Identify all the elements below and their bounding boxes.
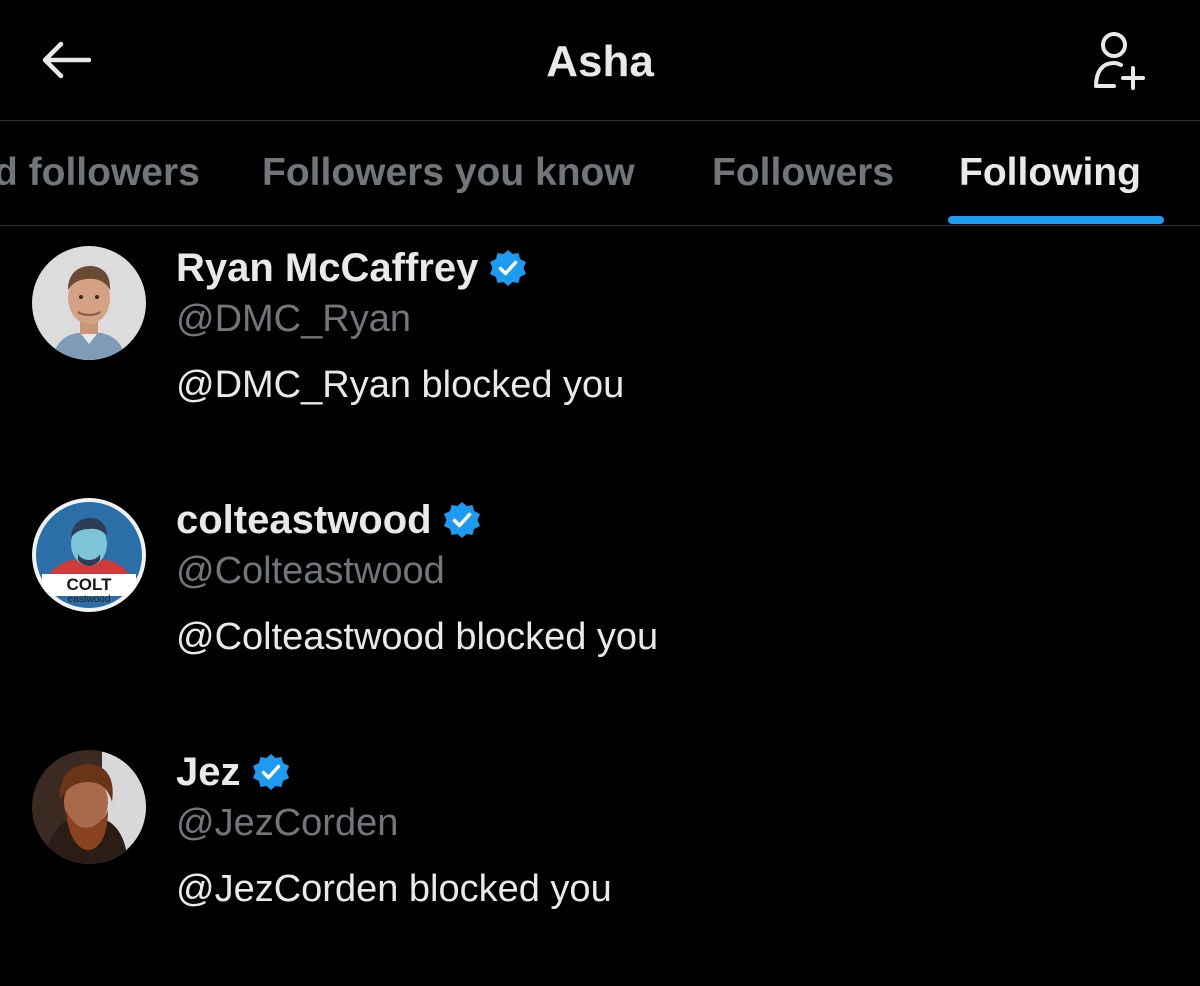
user-bio: @Colteastwood blocked you	[176, 616, 659, 658]
tab-followers-you-know[interactable]: Followers you know	[262, 121, 635, 225]
verified-badge-icon	[490, 250, 527, 286]
user-row[interactable]: Ryan McCaffrey @DMC_Ryan @DMC_Ryan block…	[0, 232, 1200, 482]
page-title: Asha	[546, 37, 654, 86]
name-line: Jez	[176, 744, 291, 800]
user-row[interactable]: Jez @JezCorden @JezCorden blocked you	[0, 736, 1200, 986]
user-handle: @DMC_Ryan	[176, 298, 411, 340]
avatar-logo-text-top: COLT	[66, 575, 112, 594]
person-add-icon	[1094, 32, 1145, 90]
user-row[interactable]: COLT eastwood colteastwood @Colteastwood…	[0, 484, 1200, 734]
user-bio: @DMC_Ryan blocked you	[176, 364, 625, 406]
verified-badge-icon	[252, 754, 289, 790]
tab-bar: d followers Followers you know Followers…	[0, 121, 1200, 225]
display-name[interactable]: colteastwood	[176, 498, 432, 543]
tab-followers[interactable]: Followers	[712, 121, 894, 225]
avatar-logo-text-bottom: eastwood	[68, 594, 111, 605]
follow-button[interactable]	[1082, 28, 1152, 94]
avatar[interactable]	[32, 246, 146, 360]
verified-badge-icon	[443, 502, 480, 538]
avatar-image: COLT eastwood	[32, 498, 146, 612]
display-name[interactable]: Ryan McCaffrey	[176, 246, 478, 291]
name-line: Ryan McCaffrey	[176, 240, 528, 296]
avatar-image	[32, 750, 146, 864]
tabs-divider	[0, 225, 1200, 226]
user-bio: @JezCorden blocked you	[176, 868, 612, 910]
top-bar: Asha	[0, 0, 1200, 120]
tab-verified-followers[interactable]: d followers	[0, 121, 200, 225]
tab-following[interactable]: Following	[959, 121, 1141, 225]
user-handle: @Colteastwood	[176, 550, 445, 592]
user-handle: @JezCorden	[176, 802, 399, 844]
active-tab-indicator	[948, 216, 1164, 224]
avatar[interactable]	[32, 750, 146, 864]
name-line: colteastwood	[176, 492, 482, 548]
avatar-image	[32, 246, 146, 360]
avatar[interactable]: COLT eastwood	[32, 498, 146, 612]
display-name[interactable]: Jez	[176, 750, 241, 795]
